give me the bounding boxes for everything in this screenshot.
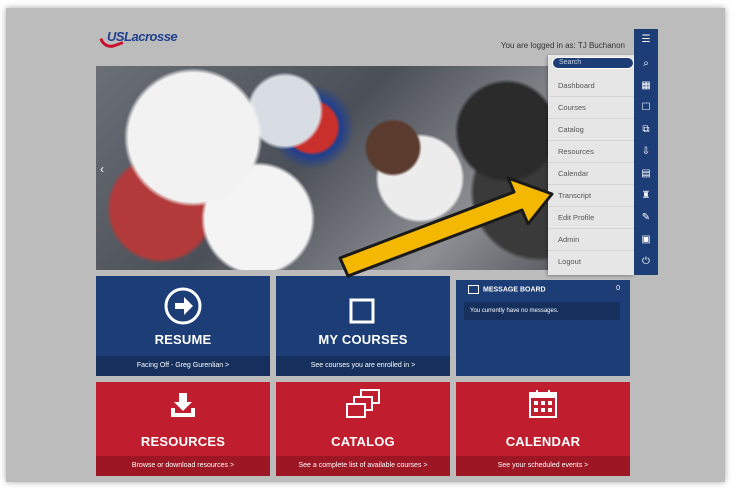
annotation-arrow: [338, 176, 554, 278]
